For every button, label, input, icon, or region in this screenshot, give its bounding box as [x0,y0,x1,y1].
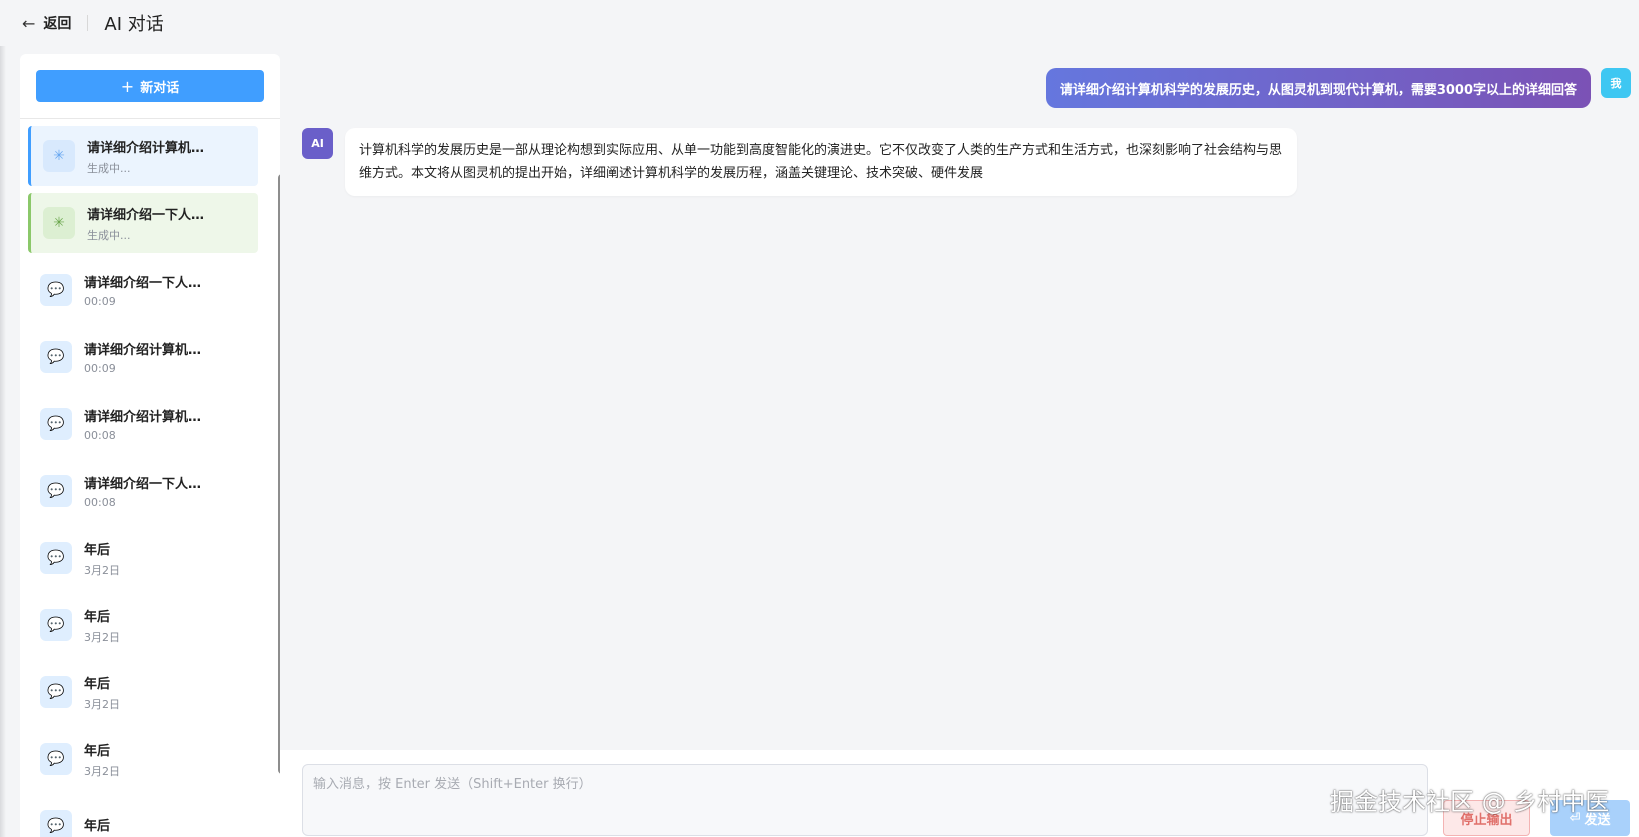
chat-bubble-icon: 💬 [40,676,72,708]
conversation-title: 年后 [84,743,111,759]
new-chat-button[interactable]: + 新对话 [36,70,264,102]
conversation-subtitle: 3月2日 [84,764,120,778]
conversation-item[interactable]: ✳ 请详细介绍计算机… 生成中... [28,126,258,186]
conversation-title: 请详细介绍一下人… [84,276,202,291]
chat-bubble-icon: 💬 [40,408,72,440]
chat-bubble-icon: 💬 [40,743,72,775]
chat-bubble-icon: 💬 [40,810,72,837]
conversation-item[interactable]: 💬 年后 3月2日 [28,595,258,655]
conversation-sidebar: + 新对话 ✳ 请详细介绍计算机… 生成中... ✳ 请详细介绍一下人… 生成中… [20,54,280,837]
conversation-item[interactable]: 💬 请详细介绍计算机… 00:09 [28,327,258,387]
conversation-subtitle: 3月2日 [84,563,120,577]
chat-bubble-icon: 💬 [40,542,72,574]
conversation-title: 请详细介绍计算机… [87,140,205,156]
conversation-item[interactable]: 💬 年后 3月2日 [28,662,258,722]
plus-icon: + [120,76,135,96]
sidebar-divider [20,118,280,119]
top-header: ← 返回 AI 对话 [0,0,1639,46]
stop-output-button[interactable]: 停止输出 [1443,800,1530,836]
ai-avatar: AI [302,128,333,159]
conversation-title: 请详细介绍计算机… [84,410,202,425]
chat-bubble-icon: 💬 [40,341,72,373]
spinner-icon: ✳ [43,207,75,239]
conversation-item[interactable]: 💬 请详细介绍计算机… 00:08 [28,394,258,454]
page-title: AI 对话 [104,14,164,35]
user-avatar: 我 [1601,68,1631,98]
conversation-item[interactable]: ✳ 请详细介绍一下人… 生成中... [28,193,258,253]
conversation-title: 年后 [84,609,111,625]
message-composer: 停止输出 ⏎ 发送 [280,750,1639,837]
conversation-subtitle: 3月2日 [84,697,120,711]
back-label: 返回 [43,16,72,32]
ai-message-row: AI 计算机科学的发展历史是一部从理论构想到实际应用、从单一功能到高度智能化的演… [302,128,1297,196]
chat-bubble-icon: 💬 [40,475,72,507]
message-input[interactable] [302,764,1428,836]
user-message-bubble: 请详细介绍计算机科学的发展历史，从图灵机到现代计算机，需要3000字以上的详细回… [1045,68,1591,108]
conversation-title: 请详细介绍一下人… [87,207,205,223]
chat-bubble-icon: 💬 [40,609,72,641]
conversation-subtitle: 00:08 [84,429,116,442]
back-button[interactable]: ← 返回 [22,13,71,33]
send-icon: ⏎ [1569,810,1581,826]
chat-panel: 请详细介绍计算机科学的发展历史，从图灵机到现代计算机，需要3000字以上的详细回… [280,46,1639,746]
conversation-subtitle: 00:09 [84,362,116,375]
conversation-subtitle: 生成中... [87,161,131,175]
conversation-title: 年后 [84,542,111,558]
ai-message-bubble: 计算机科学的发展历史是一部从理论构想到实际应用、从单一功能到高度智能化的演进史。… [345,128,1297,196]
spinner-icon: ✳ [43,140,75,172]
conversation-subtitle: 00:09 [84,295,116,308]
conversation-title: 请详细介绍一下人… [84,477,202,492]
conversation-item[interactable]: 💬 年后 3月2日 [28,729,258,789]
new-chat-label: 新对话 [140,80,180,96]
conversation-item[interactable]: 💬 请详细介绍一下人… 00:09 [28,260,258,320]
conversation-title: 年后 [84,676,111,692]
conversation-title: 请详细介绍计算机… [84,343,202,358]
conversation-item[interactable]: 💬 请详细介绍一下人… 00:08 [28,461,258,521]
conversation-item[interactable]: 💬 年后 [28,796,258,837]
conversation-subtitle: 生成中... [87,228,131,242]
conversation-item[interactable]: 💬 年后 3月2日 [28,528,258,588]
arrow-left-icon: ← [22,13,36,33]
chat-bubble-icon: 💬 [40,274,72,306]
header-divider [87,15,89,31]
user-message-row: 请详细介绍计算机科学的发展历史，从图灵机到现代计算机，需要3000字以上的详细回… [1045,68,1631,108]
conversation-subtitle: 00:08 [84,496,116,509]
conversation-title: 年后 [84,818,111,834]
conversation-subtitle: 3月2日 [84,630,120,644]
window-edge-shadow [0,46,6,837]
send-label: 发送 [1584,812,1611,828]
send-button[interactable]: ⏎ 发送 [1550,800,1630,836]
conversation-list: ✳ 请详细介绍计算机… 生成中... ✳ 请详细介绍一下人… 生成中... 💬 … [28,126,258,837]
